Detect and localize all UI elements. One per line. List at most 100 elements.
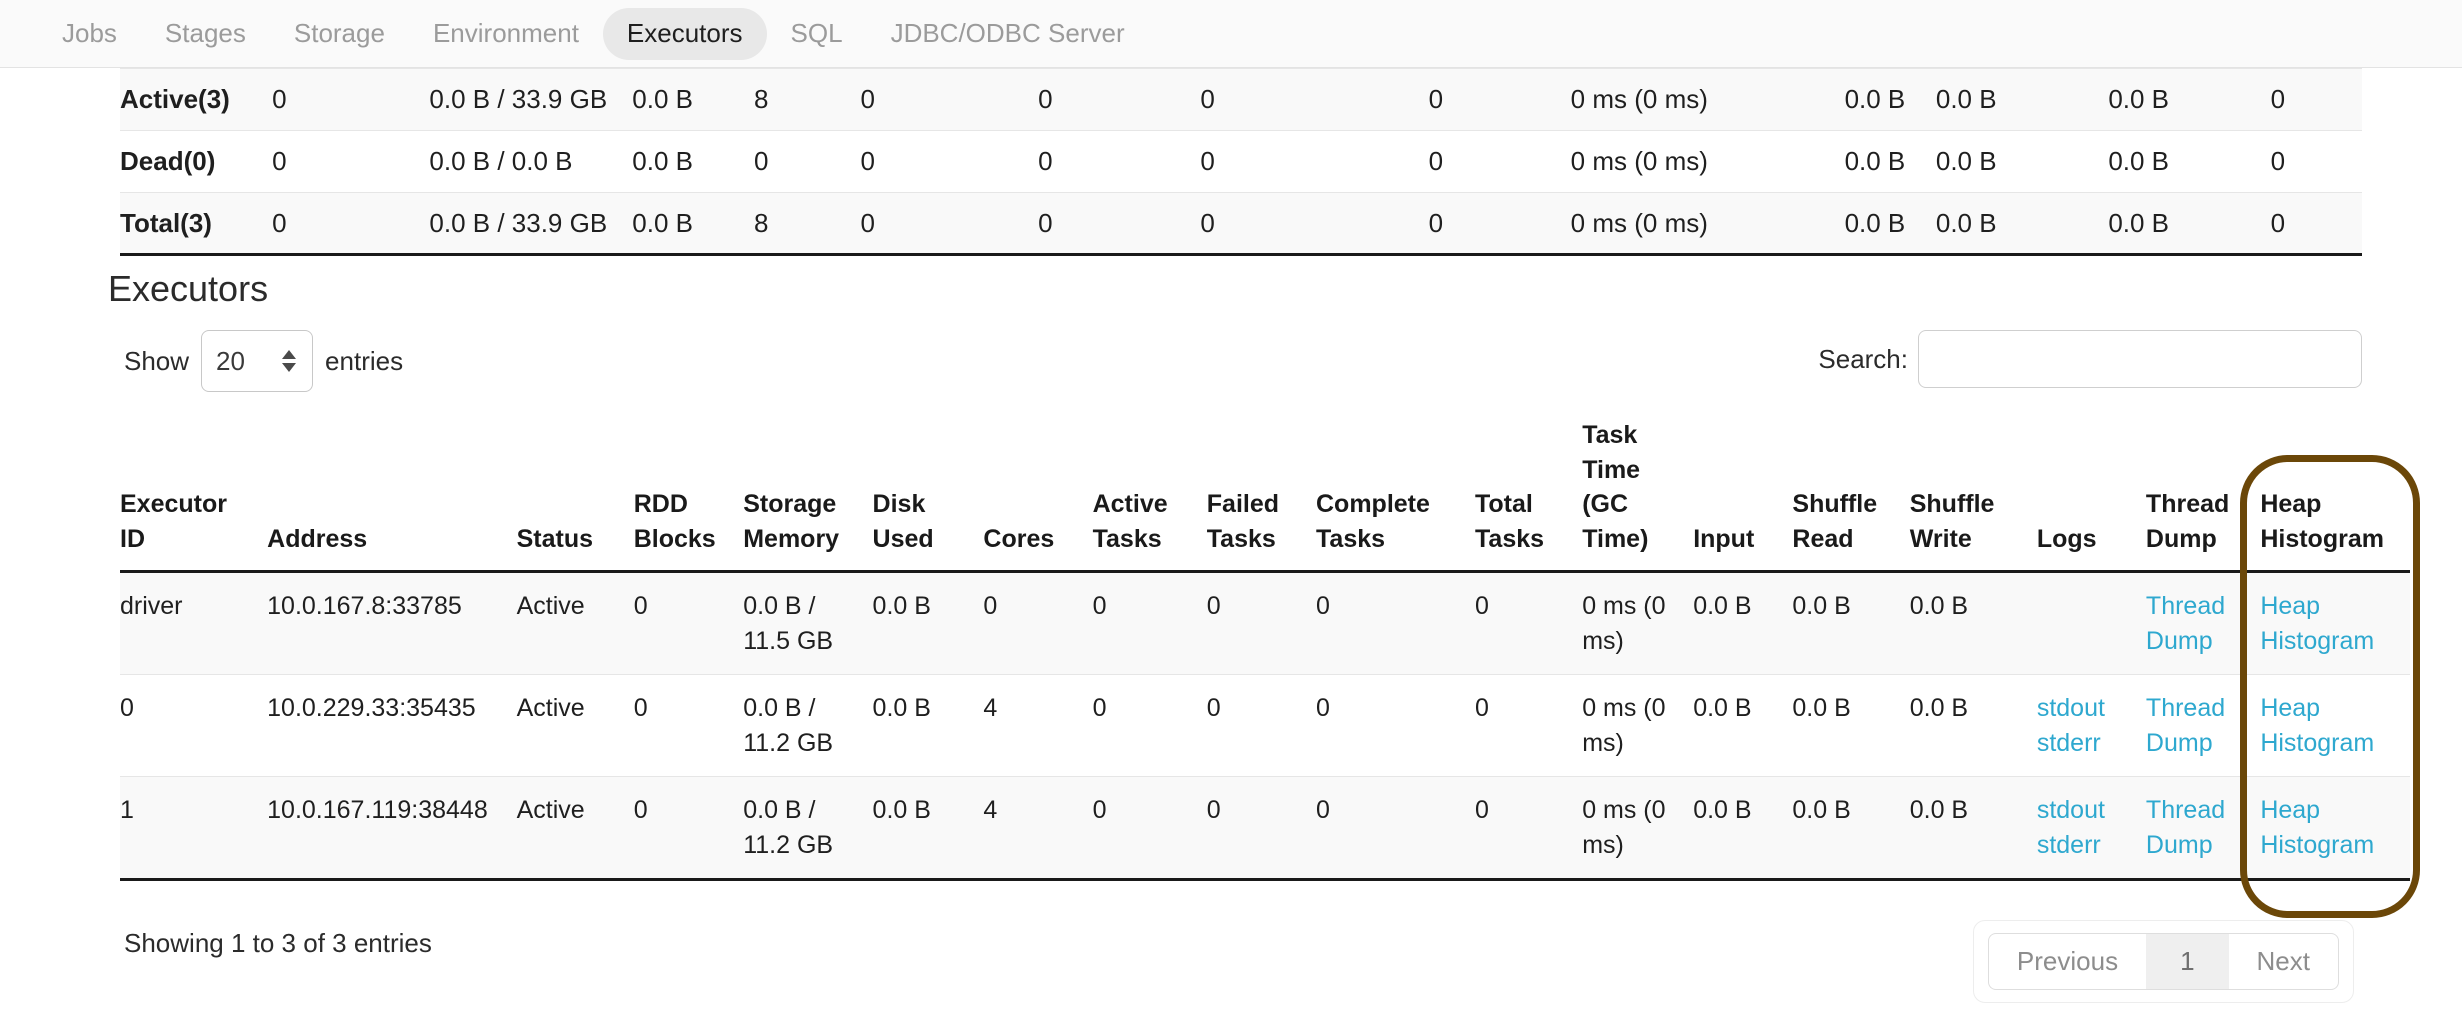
summary-dead-shuffle-read: 0.0 B	[1935, 146, 1997, 176]
col-header-complete-tasks[interactable]: Complete Tasks	[1316, 418, 1475, 573]
cell-cores: 4	[983, 776, 1093, 881]
summary-label-dead: Dead(0)	[120, 146, 216, 176]
col-header-logs[interactable]: Logs	[2036, 418, 2146, 573]
thread-dump-link[interactable]: Thread Dump	[2146, 694, 2225, 757]
col-header-shuffle-write[interactable]: Shuffle Write	[1909, 418, 2037, 573]
col-header-task-time[interactable]: Task Time (GC Time)	[1582, 418, 1694, 573]
logs-stdout-link[interactable]: stdout	[2037, 793, 2136, 828]
summary-total-input: 0.0 B	[1844, 192, 1936, 256]
nav-tab-jobs[interactable]: Jobs	[38, 8, 141, 59]
table-row: driver 10.0.167.8:33785 Active 0 0.0 B /…	[120, 571, 2410, 675]
table-info-text: Showing 1 to 3 of 3 entries	[124, 928, 432, 958]
nav-tab-storage[interactable]: Storage	[270, 8, 409, 59]
thread-dump-link[interactable]: Thread Dump	[2146, 796, 2225, 859]
cell-complete-tasks: 0	[1316, 571, 1475, 675]
page-number-button-1[interactable]: 1	[2146, 933, 2229, 991]
summary-dead-disk-used: 0.0 B	[632, 146, 694, 176]
col-header-failed-tasks[interactable]: Failed Tasks	[1206, 418, 1316, 573]
nav-tab-environment[interactable]: Environment	[409, 8, 603, 59]
col-header-address[interactable]: Address	[267, 418, 517, 573]
cell-complete-tasks: 0	[1316, 674, 1475, 777]
page-length-select[interactable]: 20	[201, 330, 314, 392]
col-header-input[interactable]: Input	[1693, 418, 1793, 573]
cell-failed-tasks: 0	[1206, 776, 1316, 881]
cell-logs: stdout stderr	[2036, 674, 2146, 777]
table-controls: Show 20 entries Search:	[108, 330, 2362, 400]
nav-tab-executors[interactable]: Executors	[602, 8, 767, 60]
cell-total-tasks: 0	[1475, 776, 1583, 881]
cell-cores: 0	[983, 571, 1093, 675]
col-header-executor-id[interactable]: Executor ID	[120, 418, 268, 573]
col-header-status[interactable]: Status	[516, 418, 634, 573]
col-header-heap-histogram[interactable]: Heap Histogram	[2260, 418, 2410, 573]
cell-address: 10.0.167.119:38448	[267, 776, 517, 881]
cell-shuffle-read: 0.0 B	[1792, 674, 1910, 777]
cell-storage-memory: 0.0 B / 11.2 GB	[743, 674, 873, 777]
summary-active-shuffle-write: 0.0 B	[2108, 68, 2271, 131]
col-header-rdd-blocks[interactable]: RDD Blocks	[633, 418, 744, 573]
summary-dead-task-time: 0 ms (0 ms)	[1570, 146, 1708, 176]
col-header-storage-memory[interactable]: Storage Memory	[743, 418, 873, 573]
col-header-thread-dump[interactable]: Thread Dump	[2145, 418, 2261, 573]
search-label: Search:	[1818, 343, 1908, 374]
executors-table-body: driver 10.0.167.8:33785 Active 0 0.0 B /…	[120, 571, 2410, 881]
executors-summary-table-wrapper: Active(3) 0 0.0 B / 33.9 GB 0.0 B 8 0 0 …	[120, 68, 2362, 256]
next-page-button[interactable]: Next	[2228, 933, 2339, 991]
chevron-updown-icon[interactable]	[282, 350, 297, 372]
cell-cores: 4	[983, 674, 1093, 777]
col-header-disk-used[interactable]: Disk Used	[872, 418, 984, 573]
summary-active-active-tasks: 0	[860, 68, 1039, 131]
summary-active-total-tasks: 0	[1428, 68, 1571, 131]
executors-table-head: Executor ID Address Status RDD Blocks St…	[120, 418, 2410, 573]
logs-stderr-link[interactable]: stderr	[2037, 828, 2136, 863]
heap-histogram-link[interactable]: Heap Histogram	[2260, 694, 2374, 757]
heap-histogram-link[interactable]: Heap Histogram	[2260, 592, 2374, 655]
logs-stdout-link[interactable]: stdout	[2037, 691, 2136, 726]
logs-stderr-link[interactable]: stderr	[2037, 726, 2136, 761]
summary-row-active: Active(3) 0 0.0 B / 33.9 GB 0.0 B 8 0 0 …	[120, 68, 2362, 131]
cell-logs	[2036, 571, 2146, 675]
thread-dump-link[interactable]: Thread Dump	[2146, 592, 2225, 655]
cell-thread-dump: Thread Dump	[2145, 776, 2261, 881]
page-length-value: 20	[216, 345, 245, 376]
cell-storage-memory: 0.0 B / 11.5 GB	[743, 571, 873, 675]
cell-shuffle-write: 0.0 B	[1909, 674, 2037, 777]
cell-thread-dump: Thread Dump	[2145, 571, 2261, 675]
cell-address: 10.0.229.33:35435	[267, 674, 517, 777]
previous-page-button[interactable]: Previous	[1987, 933, 2147, 991]
pagination: Previous 1 Next	[1972, 920, 2354, 1004]
nav-tab-sql[interactable]: SQL	[767, 8, 867, 59]
cell-logs: stdout stderr	[2036, 776, 2146, 881]
col-header-active-tasks[interactable]: Active Tasks	[1092, 418, 1207, 573]
summary-total-shuffle-write: 0.0 B	[2108, 192, 2271, 256]
cell-disk-used: 0.0 B	[872, 674, 984, 777]
cell-heap-histogram: Heap Histogram	[2260, 674, 2410, 777]
search-input[interactable]	[1918, 330, 2362, 388]
heap-histogram-link[interactable]: Heap Histogram	[2260, 796, 2374, 859]
nav-tab-jdbc-odbc-server[interactable]: JDBC/ODBC Server	[867, 8, 1149, 59]
cell-status: Active	[516, 674, 634, 777]
cell-shuffle-write: 0.0 B	[1909, 571, 2037, 675]
cell-executor-id: 0	[120, 674, 268, 777]
executors-table: Executor ID Address Status RDD Blocks St…	[120, 418, 2410, 881]
executors-table-wrapper: Executor ID Address Status RDD Blocks St…	[120, 418, 2410, 881]
summary-total-total-tasks: 0	[1428, 192, 1571, 256]
cell-rdd-blocks: 0	[633, 674, 744, 777]
cell-executor-id: 1	[120, 776, 268, 881]
top-navbar: Jobs Stages Storage Environment Executor…	[0, 0, 2462, 68]
col-header-shuffle-read[interactable]: Shuffle Read	[1792, 418, 1910, 573]
cell-input: 0.0 B	[1693, 776, 1793, 881]
summary-total-active-tasks: 0	[860, 192, 1039, 256]
summary-active-shuffle-read: 0.0 B	[1935, 68, 2109, 131]
nav-tab-stages[interactable]: Stages	[141, 8, 270, 59]
summary-dead-storage-memory: 0.0 B / 0.0 B	[429, 146, 573, 176]
summary-label-active: Active(3)	[120, 68, 273, 131]
cell-status: Active	[516, 571, 634, 675]
summary-dead-active-tasks: 0	[860, 146, 876, 176]
col-header-cores[interactable]: Cores	[983, 418, 1093, 573]
cell-active-tasks: 0	[1092, 674, 1207, 777]
col-header-total-tasks[interactable]: Total Tasks	[1475, 418, 1583, 573]
cell-disk-used: 0.0 B	[872, 571, 984, 675]
table-row: 0 10.0.229.33:35435 Active 0 0.0 B / 11.…	[120, 674, 2410, 777]
cell-rdd-blocks: 0	[633, 776, 744, 881]
